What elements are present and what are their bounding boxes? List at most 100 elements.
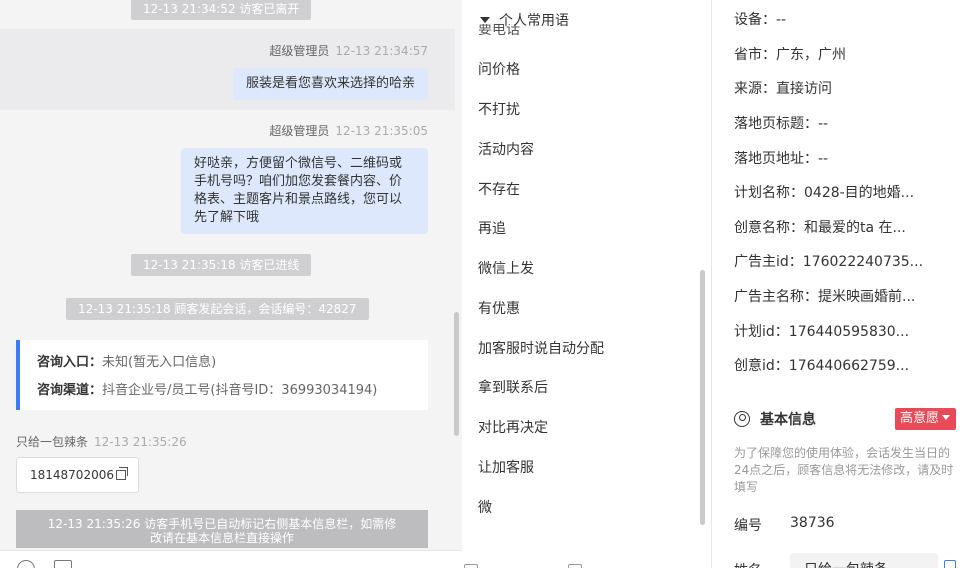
message-line: 先了解下哦: [194, 210, 260, 225]
info-value: --: [776, 12, 787, 28]
system-line: 改请在基本信息栏直接操作: [149, 531, 294, 545]
info-label: 省市：: [734, 47, 776, 63]
phrase-group-title: 个人常用语: [499, 13, 569, 29]
info-label: 计划id：: [734, 324, 789, 340]
message-sender: 超级管理员 12-13 21:35:05: [269, 122, 428, 139]
agent-message-bubble: 服装是看您喜欢来选择的哈亲: [232, 68, 428, 100]
image-icon[interactable]: [54, 560, 72, 568]
system-message-enter: 12-13 21:35:18 访客已进线: [131, 254, 312, 276]
info-label: 创意名称：: [734, 220, 804, 236]
intent-level-label: 高意愿: [900, 411, 940, 426]
info-value: 直接访问: [776, 81, 832, 97]
info-row-advertiser-id: 广告主id：176022240735...: [734, 251, 923, 271]
info-row-advertiser-name: 广告主名称：提米映画婚前...: [734, 286, 915, 306]
info-label: 计划名称：: [734, 185, 804, 201]
message-line: 好哒亲，方便留个微信号、二维码或: [194, 156, 403, 171]
system-line: 12-13 21:35:26 访客手机号已自动标记右侧基本信息栏，如需修: [47, 517, 397, 531]
sender-name: 超级管理员: [269, 124, 330, 138]
info-row-device: 设备：--: [734, 9, 786, 29]
info-value: 0428-目的地婚...: [804, 185, 915, 201]
info-label: 设备：: [734, 12, 776, 28]
consult-entry-label: 咨询入口：: [37, 355, 103, 370]
info-value: --: [818, 151, 829, 167]
info-row-creative-id: 创意id：176440662759...: [734, 355, 909, 375]
consult-entry-row: 咨询入口：未知(暂无入口信息): [37, 349, 428, 377]
consult-channel-row: 咨询渠道：抖音企业号/员工号(抖音号ID：36993034194): [37, 377, 428, 405]
collapse-triangle-icon: [480, 17, 490, 23]
phrase-item[interactable]: 活动内容: [478, 139, 534, 159]
footer-checkbox[interactable]: [464, 564, 478, 568]
system-message-phone-marked: 12-13 21:35:26 访客手机号已自动标记右侧基本信息栏，如需修 改请在…: [16, 510, 428, 548]
edit-icon[interactable]: [944, 560, 956, 568]
message-time: 12-13 21:35:05: [335, 124, 428, 138]
info-row-landing-title: 落地页标题：--: [734, 113, 828, 133]
emoji-icon[interactable]: [17, 560, 35, 568]
info-value: 提米映画婚前...: [818, 289, 916, 305]
info-label: 创意id：: [734, 358, 789, 374]
chat-scrollbar[interactable]: [454, 312, 459, 436]
phrases-scrollbar[interactable]: [700, 270, 705, 525]
consult-channel-label: 咨询渠道：: [37, 383, 103, 398]
info-label: 来源：: [734, 81, 776, 97]
visitor-sender: 只给一包辣条 12-13 21:35:26: [16, 433, 187, 450]
section-title-text: 基本信息: [760, 412, 816, 428]
footer-checkbox[interactable]: [568, 564, 582, 568]
sender-name: 超级管理员: [269, 44, 330, 58]
info-row-plan-name: 计划名称：0428-目的地婚...: [734, 182, 914, 202]
phrase-item[interactable]: 有优惠: [478, 298, 520, 318]
edit-deadline-notice: 为了保障您的使用体验，会话发生当日的24点之后，顾客信息将无法修改，请及时填写: [734, 446, 954, 494]
info-row-creative-name: 创意名称：和最爱的ta 在...: [734, 217, 906, 237]
phrase-item[interactable]: 再追: [478, 218, 506, 238]
info-value: 广东，广州: [776, 47, 846, 63]
phrase-item[interactable]: 让加客服: [478, 457, 534, 477]
consult-info-card: 咨询入口：未知(暂无入口信息) 咨询渠道：抖音企业号/员工号(抖音号ID：369…: [16, 340, 428, 410]
info-value: 176440595830...: [788, 324, 910, 340]
user-circle-icon: [734, 411, 750, 427]
system-message-session: 12-13 21:35:18 顾客发起会话，会话编号：42827: [66, 298, 369, 320]
consult-channel-value: 抖音企业号/员工号(抖音号ID：36993034194): [102, 383, 378, 398]
info-label: 广告主id：: [734, 254, 803, 270]
phrase-item[interactable]: 微: [478, 497, 492, 517]
message-time: 12-13 21:35:26: [94, 435, 187, 449]
copy-icon[interactable]: [115, 467, 128, 480]
visitor-name: 只给一包辣条: [16, 435, 89, 449]
system-message-left: 12-13 21:34:52 访客已离开: [131, 0, 312, 20]
info-label: 落地页标题：: [734, 116, 818, 132]
caret-down-icon: [942, 415, 951, 420]
phrase-item[interactable]: 不打扰: [478, 99, 520, 119]
phrase-group-header[interactable]: 个人常用语: [480, 10, 569, 30]
name-field[interactable]: 只给一包辣条: [790, 553, 938, 568]
name-label: 姓名: [734, 560, 762, 568]
id-value: 38736: [790, 515, 835, 531]
phrase-item[interactable]: 微信上发: [478, 258, 534, 278]
basic-info-title: 基本信息: [734, 409, 816, 429]
info-row-region: 省市：广东，广州: [734, 44, 846, 64]
chat-panel: 12-13 21:34:52 访客已离开 超级管理员 12-13 21:34:57…: [0, 0, 462, 568]
info-value: --: [818, 116, 829, 132]
info-value: 和最爱的ta 在...: [804, 220, 906, 236]
phrase-item[interactable]: 不存在: [478, 179, 520, 199]
phrase-item[interactable]: 加客服时说自动分配: [478, 338, 604, 358]
message-line: 手机号吗？咱们加您发套餐内容、价: [194, 174, 403, 189]
intent-level-dropdown[interactable]: 高意愿: [895, 408, 957, 430]
phrases-footer: [462, 556, 711, 568]
info-value: 176440662759...: [788, 358, 910, 374]
info-row-plan-id: 计划id：176440595830...: [734, 321, 909, 341]
phrase-item[interactable]: 问价格: [478, 59, 520, 79]
consult-entry-value: 未知(暂无入口信息): [102, 355, 217, 370]
id-label: 编号: [734, 518, 762, 534]
visitor-info-panel: 设备：-- 省市：广东，广州 来源：直接访问 落地页标题：-- 落地页地址：--…: [712, 0, 966, 568]
phrase-item[interactable]: 对比再决定: [478, 417, 548, 437]
agent-message-bubble: 好哒亲，方便留个微信号、二维码或 手机号吗？咱们加您发套餐内容、价 格表、主题客…: [181, 148, 428, 234]
info-label: 广告主名称：: [734, 289, 818, 305]
phone-number: 18148702006: [30, 468, 114, 482]
message-sender: 超级管理员 12-13 21:34:57: [269, 42, 428, 59]
info-row-source: 来源：直接访问: [734, 78, 832, 98]
phrase-item[interactable]: 拿到联系后: [478, 377, 548, 397]
info-value: 176022240735...: [802, 254, 924, 270]
message-line: 格表、主题客片和景点路线，您可以: [194, 192, 403, 207]
common-phrases-panel: 要电话 个人常用语 问价格 不打扰 活动内容 不存在 再追 微信上发 有优惠 加…: [462, 0, 712, 568]
message-time: 12-13 21:34:57: [335, 44, 428, 58]
visitor-phone-message[interactable]: 18148702006: [16, 457, 139, 493]
info-row-landing-url: 落地页地址：--: [734, 148, 828, 168]
